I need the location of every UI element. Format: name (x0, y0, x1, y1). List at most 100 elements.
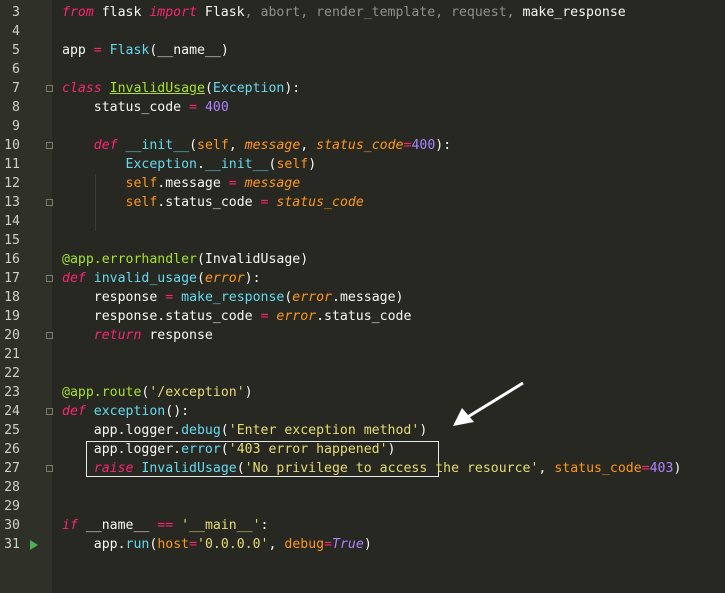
code-token: InvalidUsage (109, 81, 205, 96)
code-line[interactable]: @app.errorhandler(InvalidUsage) (62, 250, 308, 269)
code-token: Exception (212, 81, 285, 96)
fold-marker-icon[interactable] (46, 408, 53, 415)
code-token: Flask (196, 5, 245, 20)
code-token: app.logger. (62, 442, 182, 457)
code-line[interactable]: @app.route('/exception') (62, 383, 253, 402)
line-number: 13 (4, 195, 20, 210)
code-token: .message (157, 176, 229, 191)
code-token: self (125, 176, 158, 191)
code-token: Flask (109, 43, 150, 58)
fold-marker-icon[interactable] (46, 85, 53, 92)
code-token: ) (308, 157, 317, 172)
code-token: app (62, 43, 94, 58)
line-number: 4 (12, 24, 20, 39)
code-line[interactable]: Exception.__init__(self) (62, 155, 317, 174)
code-line[interactable]: class InvalidUsage(Exception): (62, 79, 300, 98)
line-number: 31 (4, 537, 20, 552)
code-token: error (181, 442, 221, 457)
code-token: debug (181, 423, 221, 438)
line-number: 22 (4, 366, 20, 381)
code-token: __name__ (77, 518, 158, 533)
code-editor[interactable]: 3 4 5 6 7 8 9 10 11 12 13 14 15 16 17 18 19 20 21 22 23 24 25 2… (0, 0, 725, 593)
code-token: Exception (125, 157, 197, 172)
code-token: : (260, 518, 269, 533)
code-token: debug (284, 537, 325, 552)
code-token: raise (93, 461, 134, 476)
code-line[interactable]: app.run(host='0.0.0.0', debug=True) (62, 535, 372, 554)
code-token: self (197, 138, 229, 153)
code-line[interactable]: def exception(): (62, 402, 189, 421)
code-line[interactable]: app.logger.debug('Enter exception method… (62, 421, 428, 440)
code-token: from (62, 5, 94, 20)
code-token: = (324, 537, 333, 552)
line-number: 28 (4, 480, 20, 495)
code-token: ) (387, 442, 396, 457)
code-token: , (228, 138, 245, 153)
code-token: def (62, 404, 86, 419)
line-number: 26 (4, 442, 20, 457)
code-token: '0.0.0.0' (197, 537, 269, 552)
line-number: 17 (4, 271, 20, 286)
fold-marker-icon[interactable] (46, 465, 53, 472)
fold-marker-icon[interactable] (46, 275, 53, 282)
fold-marker-icon[interactable] (46, 199, 53, 206)
run-icon[interactable] (30, 540, 38, 550)
line-number: 14 (4, 214, 20, 229)
line-number: 18 (4, 290, 20, 305)
fold-marker-icon[interactable] (46, 332, 53, 339)
code-token: def (62, 271, 86, 286)
code-token: , abort, render_template, request, (244, 5, 523, 20)
line-number: 7 (12, 81, 20, 96)
code-token: ) (673, 461, 682, 476)
code-line[interactable]: response.status_code = error.status_code (62, 307, 412, 326)
code-token: self (276, 157, 309, 172)
fold-marker-icon[interactable] (46, 142, 53, 149)
arrow-pointer-icon (453, 381, 524, 426)
line-number: 6 (12, 62, 20, 77)
code-token: error (204, 271, 245, 286)
line-number: 8 (12, 100, 20, 115)
line-number: 21 (4, 347, 20, 362)
code-line[interactable]: app.logger.error('403 error happened') (62, 440, 396, 459)
code-token: app. (62, 537, 126, 552)
code-token: ): (244, 271, 261, 286)
code-token: error (292, 290, 332, 305)
line-number: 30 (4, 518, 20, 533)
code-line[interactable]: self.message = message (62, 174, 301, 193)
line-number: 5 (12, 43, 20, 58)
code-token: (__name__) (149, 43, 229, 58)
code-token: response (141, 328, 213, 343)
code-token: ( (220, 442, 229, 457)
code-line[interactable]: self.status_code = status_code (62, 193, 364, 212)
line-number: 20 (4, 328, 20, 343)
code-token: ) (244, 385, 253, 400)
code-line[interactable]: response = make_response(error.message) (62, 288, 404, 307)
code-line[interactable]: return response (62, 326, 213, 345)
code-line[interactable]: def invalid_usage(error): (62, 269, 261, 288)
code-token: invalid_usage (93, 271, 197, 286)
code-token: response (62, 290, 166, 305)
code-token: @app.route (62, 385, 142, 400)
code-line[interactable]: def __init__(self, message, status_code=… (62, 136, 451, 155)
code-line[interactable]: app = Flask(__name__) (62, 41, 229, 60)
code-token: class (62, 81, 102, 96)
code-line[interactable]: from flask import Flask, abort, render_t… (62, 3, 626, 22)
code-token: '__main__' (181, 518, 261, 533)
code-token: = (189, 100, 197, 115)
code-line[interactable]: if __name__ == '__main__': (62, 516, 269, 535)
code-token: error (276, 309, 317, 324)
code-token: host (157, 537, 190, 552)
code-line[interactable]: raise InvalidUsage('No privilege to acce… (62, 459, 682, 478)
code-line[interactable]: status_code = 400 (62, 98, 229, 117)
